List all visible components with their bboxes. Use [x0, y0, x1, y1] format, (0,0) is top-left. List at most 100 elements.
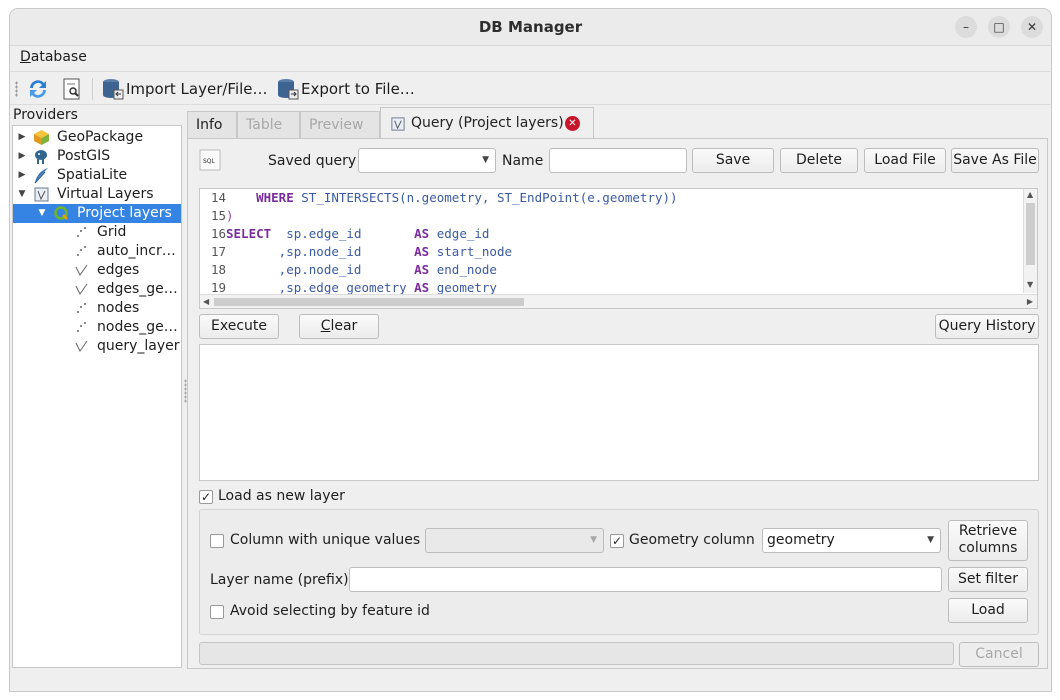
code-text: ,ep.node_id AS end_node	[226, 262, 497, 277]
tree-item-layer[interactable]: Grid	[13, 223, 181, 242]
tab-query-project-layers[interactable]: Query (Project layers) ✕	[380, 107, 594, 140]
editor-horizontal-scrollbar[interactable]: ◀ ▶	[200, 294, 1037, 308]
code-text: )	[226, 208, 234, 223]
unique-column-combo[interactable]: ▼	[425, 528, 604, 553]
menu-bar: Database	[10, 46, 1051, 71]
toolbar-grip[interactable]	[15, 81, 18, 97]
column-unique-label[interactable]: Column with unique values	[230, 532, 420, 548]
geometry-column-combo[interactable]: geometry ▼	[762, 528, 941, 553]
close-window-button[interactable]: ✕	[1021, 16, 1043, 38]
retrieve-columns-line1: Retrieve	[958, 523, 1018, 539]
tree-item-label: nodes	[97, 300, 140, 316]
spatialite-feather-icon	[34, 168, 48, 184]
tree-item-layer[interactable]: edges	[13, 261, 181, 280]
load-button[interactable]: Load	[948, 598, 1028, 623]
virtual-layers-icon	[34, 187, 49, 202]
tree-item-layer[interactable]: query_layer	[13, 337, 181, 356]
tree-item-label: Grid	[97, 224, 127, 240]
layer-name-input[interactable]	[349, 567, 942, 592]
postgis-elephant-icon	[35, 150, 47, 164]
scroll-left-icon[interactable]: ◀	[203, 297, 209, 306]
tree-item-layer[interactable]: edges_ge…	[13, 280, 181, 299]
clear-button[interactable]: Clear	[299, 314, 379, 339]
sql-window-icon[interactable]	[60, 77, 84, 101]
code-line: 17 ,sp.node_id AS start_node	[200, 243, 512, 261]
maximize-button[interactable]: □	[988, 16, 1010, 38]
column-unique-checkbox[interactable]	[210, 534, 224, 548]
line-layer-icon	[75, 264, 88, 276]
saved-query-combo[interactable]: ▼	[358, 148, 496, 173]
avoid-selecting-label[interactable]: Avoid selecting by feature id	[230, 603, 430, 619]
avoid-selecting-checkbox[interactable]	[210, 605, 224, 619]
load-as-new-layer-checkbox[interactable]: ✓	[199, 490, 213, 504]
import-database-icon[interactable]	[100, 77, 124, 101]
line-layer-icon	[75, 340, 88, 352]
tree-item-layer[interactable]: auto_incr…	[13, 242, 181, 261]
tree-item-geopackage[interactable]: ▶ GeoPackage	[13, 128, 181, 147]
query-panel: SQL Saved query ▼ Name Save Delete Load …	[187, 138, 1048, 669]
line-number: 17	[210, 244, 226, 259]
collapse-arrow-icon[interactable]: ▼	[17, 185, 27, 204]
qgis-project-icon	[54, 206, 68, 220]
code-text: ,sp.edge_geometry AS geometry	[226, 280, 497, 295]
geometry-column-label[interactable]: Geometry column	[629, 532, 755, 548]
sql-editor[interactable]: 14 WHERE ST_INTERSECTS(n.geometry, ST_En…	[199, 188, 1038, 309]
scrollbar-thumb[interactable]	[1026, 203, 1035, 265]
tree-item-postgis[interactable]: ▶ PostGIS	[13, 147, 181, 166]
close-tab-icon[interactable]: ✕	[565, 116, 580, 131]
scrollbar-thumb[interactable]	[214, 298, 524, 306]
set-filter-button[interactable]: Set filter	[948, 567, 1028, 592]
query-name-input[interactable]	[549, 148, 687, 173]
scroll-right-icon[interactable]: ▶	[1027, 297, 1033, 306]
export-database-icon[interactable]	[275, 77, 299, 101]
expand-arrow-icon[interactable]: ▶	[17, 166, 27, 185]
retrieve-columns-button[interactable]: Retrieve columns	[948, 520, 1028, 561]
scroll-down-icon[interactable]: ▼	[1027, 280, 1033, 289]
tab-info[interactable]: Info	[187, 111, 237, 139]
line-number: 15	[210, 208, 226, 223]
export-to-file-button[interactable]: Export to File…	[301, 80, 415, 98]
tab-preview[interactable]: Preview	[300, 111, 380, 139]
code-line: 14 WHERE ST_INTERSECTS(n.geometry, ST_En…	[200, 189, 678, 207]
window-title: DB Manager	[478, 18, 583, 36]
tree-item-spatialite[interactable]: ▶ SpatiaLite	[13, 166, 181, 185]
load-as-new-layer-label[interactable]: Load as new layer	[218, 488, 345, 504]
save-as-file-button[interactable]: Save As File	[951, 148, 1039, 173]
geometry-column-checkbox[interactable]: ✓	[610, 534, 624, 548]
tree-item-virtual-layers[interactable]: ▼ Virtual Layers	[13, 185, 181, 204]
title-bar[interactable]: DB Manager – □ ✕	[10, 9, 1051, 46]
menu-database[interactable]: Database	[20, 49, 87, 65]
refresh-icon[interactable]	[26, 77, 50, 101]
geopackage-icon	[34, 130, 49, 145]
query-results-table[interactable]	[199, 344, 1039, 481]
import-layer-button[interactable]: Import Layer/File…	[126, 80, 268, 98]
editor-vertical-scrollbar[interactable]: ▲ ▼	[1023, 189, 1037, 293]
execute-button[interactable]: Execute	[199, 314, 279, 339]
expand-arrow-icon[interactable]: ▶	[17, 147, 27, 166]
tree-item-layer[interactable]: nodes_ge…	[13, 318, 181, 337]
chevron-down-icon: ▼	[927, 535, 934, 545]
tab-query-label: Query (Project layers)	[411, 115, 564, 131]
code-text: ,sp.node_id AS start_node	[226, 244, 513, 259]
saved-query-label: Saved query	[268, 153, 357, 169]
expand-arrow-icon[interactable]: ▶	[17, 128, 27, 147]
scroll-up-icon[interactable]: ▲	[1027, 190, 1033, 199]
save-button[interactable]: Save	[692, 148, 774, 173]
query-history-button[interactable]: Query History	[935, 314, 1039, 339]
code-text: SELECT sp.edge_id AS edge_id	[226, 226, 490, 241]
cancel-button[interactable]: Cancel	[959, 642, 1039, 667]
code-line: 16SELECT sp.edge_id AS edge_id	[200, 225, 490, 243]
delete-button[interactable]: Delete	[780, 148, 858, 173]
load-file-button[interactable]: Load File	[864, 148, 946, 173]
collapse-arrow-icon[interactable]: ▼	[37, 204, 47, 223]
tree-item-project-layers[interactable]: ▼ Project layers	[13, 204, 181, 223]
line-number: 18	[210, 262, 226, 277]
tree-item-layer[interactable]: nodes	[13, 299, 181, 318]
tab-table[interactable]: Table	[237, 111, 300, 139]
minimize-button[interactable]: –	[955, 16, 977, 38]
point-layer-icon	[77, 322, 86, 332]
toolbar: Import Layer/File… Export to File…	[10, 71, 1051, 105]
sql-editor-icon[interactable]: SQL	[199, 149, 221, 171]
name-label: Name	[502, 153, 544, 169]
providers-tree[interactable]: ▶ GeoPackage ▶ PostGIS ▶ SpatiaLite ▼ Vi…	[12, 125, 182, 668]
